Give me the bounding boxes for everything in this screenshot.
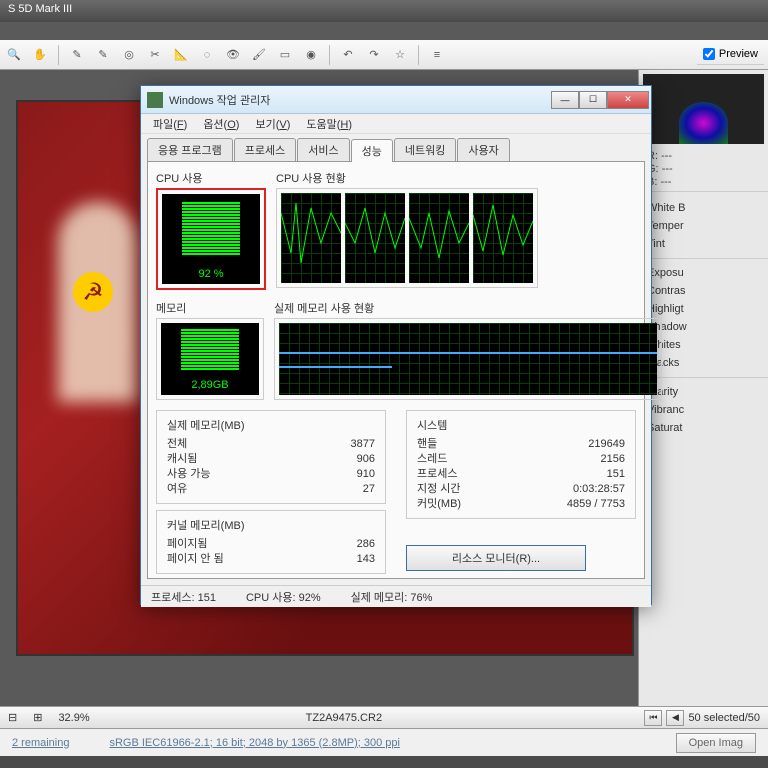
target-icon[interactable]: ◎ [119, 45, 139, 65]
rotate-ccw-icon[interactable]: ↶ [338, 45, 358, 65]
nav-prev-icon[interactable]: ◀ [666, 710, 684, 726]
cpu-history-label: CPU 사용 현황 [276, 170, 538, 186]
cpu-core-2 [409, 193, 469, 283]
slider-label: Saturat [647, 422, 682, 434]
histogram[interactable] [643, 74, 764, 144]
tm-tab-3[interactable]: 성능 [351, 139, 393, 162]
tm-statusbar: 프로세스: 151 CPU 사용: 92% 실제 메모리: 76% [141, 585, 651, 607]
status-bar: 2 remaining sRGB IEC61966-2.1; 16 bit; 2… [0, 728, 768, 756]
cpu-core-1 [345, 193, 405, 283]
memory-history-group [274, 318, 662, 400]
remaining-link[interactable]: 2 remaining [12, 737, 69, 749]
tm-menu-파일[interactable]: 파일(F) [145, 114, 195, 133]
app-title: S 5D Mark III [8, 3, 72, 15]
tm-tab-5[interactable]: 사용자 [457, 138, 509, 161]
tm-menu-보기[interactable]: 보기(V) [247, 114, 298, 133]
hand-tool-icon[interactable]: ✋ [30, 45, 50, 65]
straighten-icon[interactable]: 📐 [171, 45, 191, 65]
kernel-mem-group: 커널 메모리(MB) 페이지됨286페이지 안 됨143 [156, 510, 386, 574]
status-memory: 실제 메모리: 76% [351, 589, 433, 605]
cpu-gauge: 92 % [162, 194, 260, 284]
slider-label: Exposu [647, 267, 684, 279]
memory-value: 2,89GB [161, 379, 259, 391]
tm-tab-2[interactable]: 서비스 [297, 138, 349, 161]
cpu-percent: 92 % [162, 268, 260, 280]
profile-link[interactable]: sRGB IEC61966-2.1; 16 bit; 2048 by 1365 … [109, 737, 399, 749]
tm-app-icon [147, 92, 163, 108]
app-toolbar: 🔍 ✋ ✎ ✎ ◎ ✂ 📐 ◌ 👁 🖌 ▭ ◉ ↶ ↷ ☆ ≡ Preview [0, 40, 768, 70]
tm-tab-0[interactable]: 응용 프로그램 [147, 138, 233, 161]
emblem-icon: ☭ [73, 272, 113, 312]
brush-icon[interactable]: 🖌 [249, 45, 269, 65]
minimize-button[interactable]: — [551, 91, 579, 109]
open-image-button[interactable]: Open Imag [676, 733, 756, 753]
close-button[interactable]: ✕ [607, 91, 649, 109]
system-group: 시스템 핸들219649스레드2156프로세스151지정 시간0:03:28:5… [406, 410, 636, 519]
tm-titlebar[interactable]: Windows 작업 관리자 — ☐ ✕ [141, 86, 651, 114]
memory-gauge-group: 2,89GB [156, 318, 264, 400]
cpu-gauge-group: 92 % [156, 188, 266, 290]
sampler-icon[interactable]: ✎ [93, 45, 113, 65]
tm-tab-1[interactable]: 프로세스 [234, 138, 296, 161]
preview-toggle[interactable]: Preview [697, 44, 764, 65]
status-cpu: CPU 사용: 92% [246, 589, 321, 605]
phys-mem-group: 실제 메모리(MB) 전체3877캐시됨906사용 가능910여유27 [156, 410, 386, 504]
cpu-history-group [276, 188, 538, 288]
tm-menu-도움말[interactable]: 도움말(H) [298, 114, 360, 133]
zoom-bar: ⊟ ⊞ 32.9% TZ2A9475.CR2 ⏮ ◀ 50 selected/5… [0, 706, 768, 728]
slider-label: Vibranc [647, 404, 684, 416]
cpu-core-0 [281, 193, 341, 283]
memory-gauge: 2,89GB [161, 323, 259, 395]
tm-menu-옵션[interactable]: 옵션(O) [195, 114, 247, 133]
status-processes: 프로세스: 151 [151, 589, 216, 605]
cpu-usage-label: CPU 사용 [156, 170, 266, 186]
app-titlebar: S 5D Mark III [0, 0, 768, 22]
nav-first-icon[interactable]: ⏮ [644, 710, 662, 726]
memory-label: 메모리 [156, 300, 264, 316]
app-menubar[interactable] [0, 22, 768, 40]
tm-stats: 실제 메모리(MB) 전체3877캐시됨906사용 가능910여유27 커널 메… [156, 410, 636, 574]
slider-label: Temper [647, 220, 684, 232]
memory-history-graph [279, 323, 657, 395]
tm-tabs: 응용 프로그램프로세스서비스성능네트워킹사용자 [141, 134, 651, 161]
spot-icon[interactable]: ◌ [197, 45, 217, 65]
memory-history-label: 실제 메모리 사용 현황 [274, 300, 662, 316]
slider-label: Contras [647, 285, 686, 297]
selection-count: 50 selected/50 [688, 712, 760, 724]
gradient-icon[interactable]: ▭ [275, 45, 295, 65]
crop-icon[interactable]: ✂ [145, 45, 165, 65]
tm-title: Windows 작업 관리자 [169, 92, 551, 108]
rotate-cw-icon[interactable]: ↷ [364, 45, 384, 65]
prefs-icon[interactable]: ≡ [427, 45, 447, 65]
zoom-in-icon[interactable]: ⊞ [33, 711, 42, 724]
zoom-tool-icon[interactable]: 🔍 [4, 45, 24, 65]
radial-icon[interactable]: ◉ [301, 45, 321, 65]
filename: TZ2A9475.CR2 [306, 712, 382, 724]
task-manager-window: Windows 작업 관리자 — ☐ ✕ 파일(F)옵션(O)보기(V)도움말(… [140, 85, 652, 605]
rgb-readout: R: --- G: --- B: --- [639, 148, 768, 191]
slider-label: White B [647, 202, 686, 214]
star-icon[interactable]: ☆ [390, 45, 410, 65]
tm-menubar: 파일(F)옵션(O)보기(V)도움말(H) [141, 114, 651, 134]
cpu-core-3 [473, 193, 533, 283]
resource-monitor-button[interactable]: 리소스 모니터(R)... [406, 545, 586, 571]
maximize-button[interactable]: ☐ [579, 91, 607, 109]
zoom-level[interactable]: 32.9% [58, 712, 89, 724]
tm-body: CPU 사용 92 % CPU 사용 현황 [147, 161, 645, 579]
redeye-icon[interactable]: 👁 [223, 45, 243, 65]
tm-tab-4[interactable]: 네트워킹 [394, 138, 456, 161]
eyedropper-icon[interactable]: ✎ [67, 45, 87, 65]
zoom-out-icon[interactable]: ⊟ [8, 711, 17, 724]
preview-checkbox[interactable] [703, 48, 715, 60]
